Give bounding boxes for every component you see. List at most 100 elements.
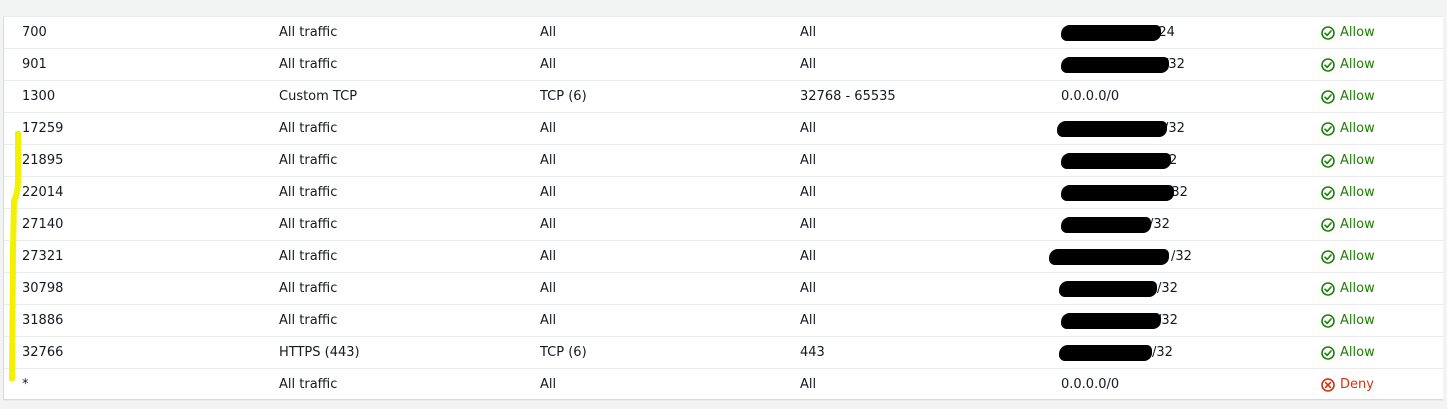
source-redaction-scribble xyxy=(1057,121,1167,137)
rule-number-cell: 17259 xyxy=(22,121,64,136)
check-circle-icon xyxy=(1321,122,1335,136)
rule-number-cell: 27321 xyxy=(22,249,64,264)
action-cell: Allow xyxy=(1321,81,1375,113)
rule-number-cell: 32766 xyxy=(22,345,64,360)
source-redaction-scribble xyxy=(1061,313,1161,329)
source-redaction-scribble xyxy=(1059,281,1157,297)
action-label: Allow xyxy=(1340,281,1375,296)
protocol-cell: TCP (6) xyxy=(540,89,587,104)
source-cell: /32 xyxy=(1157,281,1178,296)
port-range-cell: All xyxy=(800,121,817,136)
protocol-cell: All xyxy=(540,121,557,136)
x-circle-icon xyxy=(1321,378,1335,392)
source-redaction-scribble xyxy=(1061,153,1171,169)
check-circle-icon xyxy=(1321,26,1335,40)
action-cell: Allow xyxy=(1321,337,1375,369)
protocol-cell: All xyxy=(540,281,557,296)
protocol-cell: All xyxy=(540,377,557,392)
type-cell: All traffic xyxy=(279,281,338,296)
check-circle-icon xyxy=(1321,250,1335,264)
table-row: 901 All traffic All All/32 Allow xyxy=(4,49,1444,81)
rule-number-cell: 700 xyxy=(22,25,47,40)
rule-number-cell: 31886 xyxy=(22,313,64,328)
type-cell: All traffic xyxy=(279,249,338,264)
action-label: Allow xyxy=(1340,153,1375,168)
port-range-cell: 32768 - 65535 xyxy=(800,89,896,104)
action-label: Allow xyxy=(1340,25,1375,40)
port-range-cell: All xyxy=(800,57,817,72)
action-cell: Allow xyxy=(1321,145,1375,177)
protocol-cell: All xyxy=(540,57,557,72)
check-circle-icon xyxy=(1321,282,1335,296)
protocol-cell: All xyxy=(540,153,557,168)
type-cell: All traffic xyxy=(279,217,338,232)
yellow-highlight-marker xyxy=(9,131,21,381)
source-redaction-scribble xyxy=(1059,345,1152,361)
port-range-cell: All xyxy=(800,377,817,392)
table-row: 30798 All traffic All All/32 Allow xyxy=(4,273,1444,305)
rule-number-cell: 22014 xyxy=(22,185,64,200)
protocol-cell: All xyxy=(540,25,557,40)
type-cell: All traffic xyxy=(279,313,338,328)
source-cell: /32 xyxy=(1171,249,1192,264)
check-circle-icon xyxy=(1321,218,1335,232)
rule-number-cell: 901 xyxy=(22,57,47,72)
action-cell: Allow xyxy=(1321,209,1375,241)
port-range-cell: All xyxy=(800,249,817,264)
protocol-cell: All xyxy=(540,313,557,328)
table-row: 700 All traffic All All/24 Allow xyxy=(4,17,1444,49)
action-label: Allow xyxy=(1340,345,1375,360)
table-row: 27140 All traffic All All/32 Allow xyxy=(4,209,1444,241)
port-range-cell: All xyxy=(800,281,817,296)
action-cell: Allow xyxy=(1321,17,1375,49)
check-circle-icon xyxy=(1321,154,1335,168)
check-circle-icon xyxy=(1321,186,1335,200)
action-label: Allow xyxy=(1340,249,1375,264)
action-cell: Allow xyxy=(1321,305,1375,337)
action-label: Allow xyxy=(1340,217,1375,232)
type-cell: All traffic xyxy=(279,121,338,136)
rule-number-cell: 27140 xyxy=(22,217,64,232)
action-label: Allow xyxy=(1340,313,1375,328)
table-row: * All traffic All All 0.0.0.0/0 Deny xyxy=(4,369,1444,401)
inbound-rules-table: 700 All traffic All All/24 Allow 901 All traff… xyxy=(3,16,1444,401)
action-cell: Deny xyxy=(1321,369,1374,401)
table-row: 22014 All traffic All All/32 Allow xyxy=(4,177,1444,209)
action-cell: Allow xyxy=(1321,273,1375,305)
rule-number-cell: 30798 xyxy=(22,281,64,296)
table-row: 32766 HTTPS (443) TCP (6) 443/32 Allow xyxy=(4,337,1444,369)
source-cell: 0.0.0.0/0 xyxy=(1061,89,1120,104)
check-circle-icon xyxy=(1321,346,1335,360)
action-cell: Allow xyxy=(1321,177,1375,209)
protocol-cell: All xyxy=(540,217,557,232)
action-cell: Allow xyxy=(1321,241,1375,273)
check-circle-icon xyxy=(1321,314,1335,328)
source-cell: /32 xyxy=(1152,345,1173,360)
source-redaction-scribble xyxy=(1061,57,1169,73)
table-row: 21895 All traffic All All 2 Allow xyxy=(4,145,1444,177)
source-redaction-scribble xyxy=(1061,25,1161,41)
action-cell: Allow xyxy=(1321,113,1375,145)
port-range-cell: All xyxy=(800,185,817,200)
type-cell: All traffic xyxy=(279,153,338,168)
table-row: 17259 All traffic All All/32 Allow xyxy=(4,113,1444,145)
port-range-cell: All xyxy=(800,313,817,328)
source-cell: 0.0.0.0/0 xyxy=(1061,377,1120,392)
source-cell: /32 xyxy=(1149,217,1170,232)
check-circle-icon xyxy=(1321,58,1335,72)
rule-number-cell: 1300 xyxy=(22,89,56,104)
action-label: Allow xyxy=(1340,121,1375,136)
protocol-cell: All xyxy=(540,249,557,264)
table-row: 1300 Custom TCP TCP (6) 32768 - 65535 0.0.0.… xyxy=(4,81,1444,113)
protocol-cell: All xyxy=(540,185,557,200)
check-circle-icon xyxy=(1321,90,1335,104)
table-row: 27321 All traffic All All/32 Allow xyxy=(4,241,1444,273)
table-row: 31886 All traffic All All/32 Allow xyxy=(4,305,1444,337)
type-cell: HTTPS (443) xyxy=(279,345,360,360)
port-range-cell: All xyxy=(800,217,817,232)
port-range-cell: All xyxy=(800,25,817,40)
source-redaction-scribble xyxy=(1061,217,1151,233)
type-cell: All traffic xyxy=(279,185,338,200)
rule-number-cell: 21895 xyxy=(22,153,64,168)
port-range-cell: All xyxy=(800,153,817,168)
